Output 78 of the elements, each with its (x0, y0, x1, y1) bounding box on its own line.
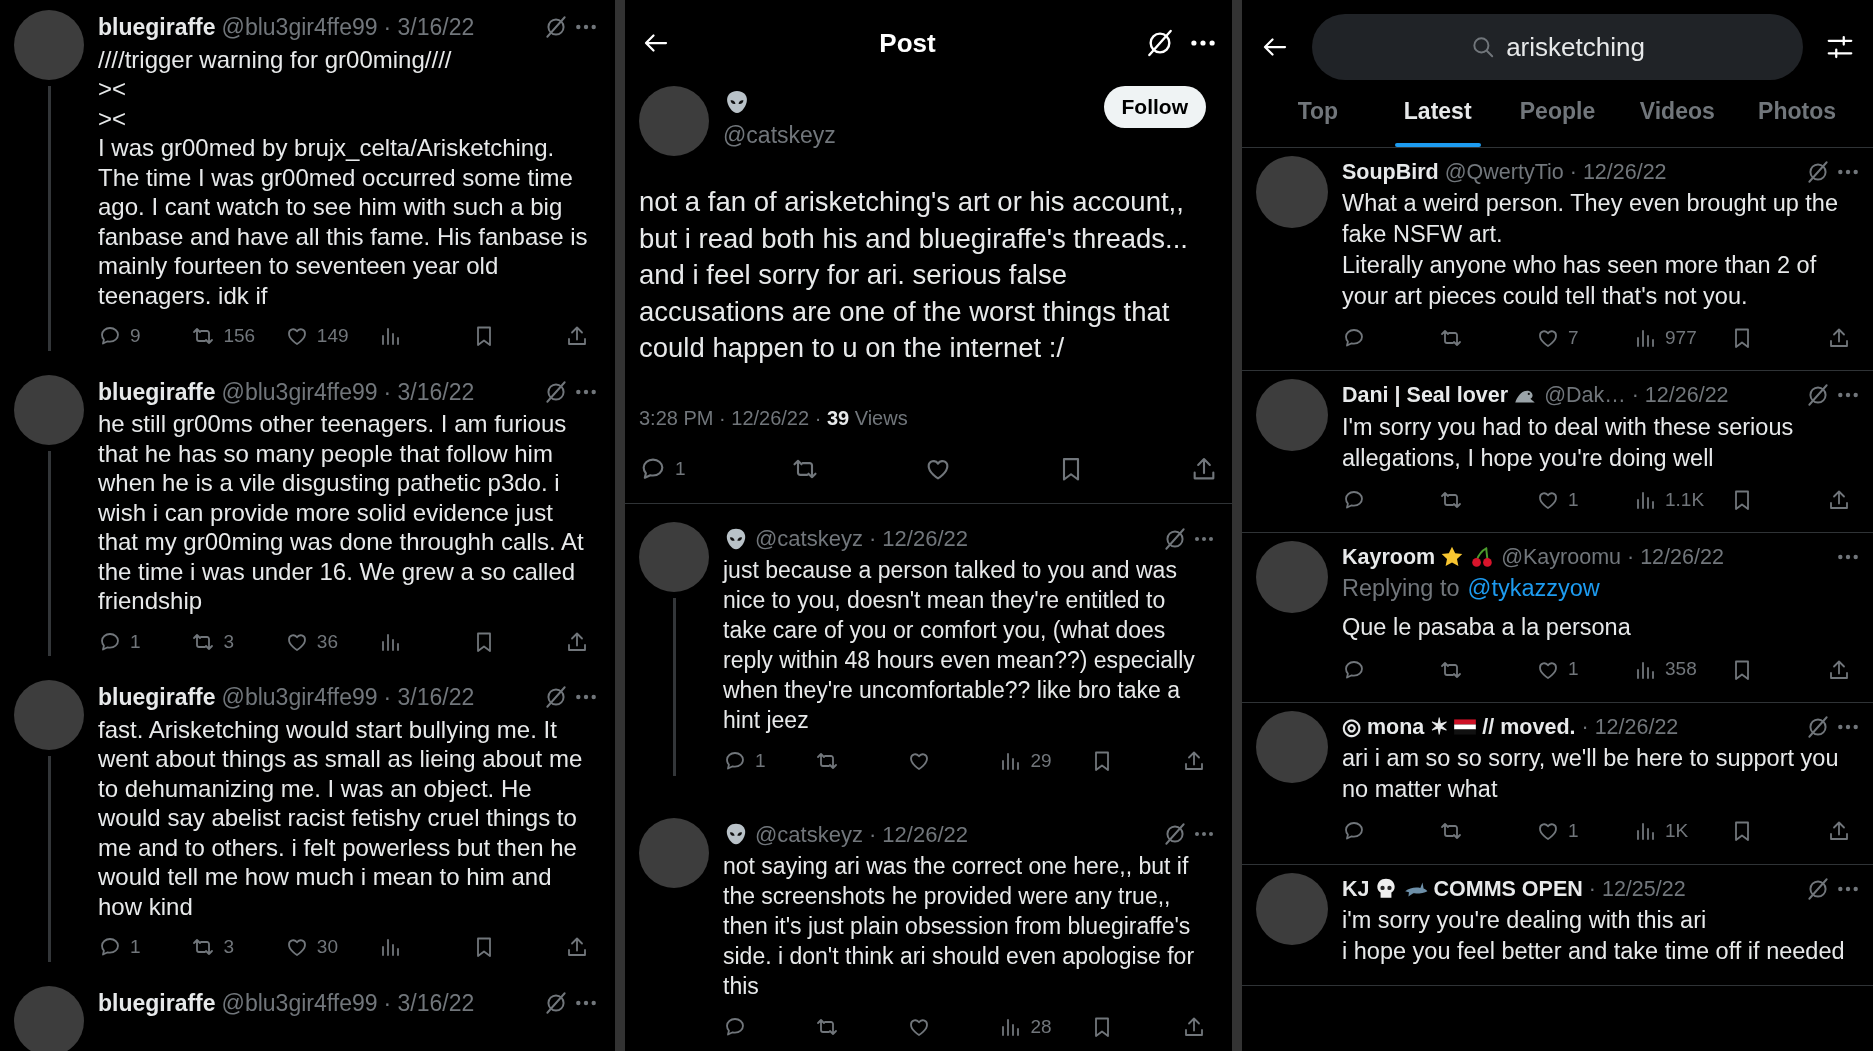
reply-button[interactable]: 1 (639, 454, 686, 483)
user-handle[interactable]: @catskeyz (755, 817, 863, 851)
post-text: i'm sorry you're dealing with this ari i hope you feel better and take time off if needed (1342, 905, 1846, 966)
like-button[interactable]: 1 (1536, 655, 1633, 684)
post-date: · 12/26/22 (868, 820, 968, 849)
share-button[interactable] (1827, 326, 1851, 350)
author-name: KJ (1342, 875, 1370, 903)
post-date: · 3/16/22 (383, 377, 475, 407)
tab[interactable]: Photos (1737, 94, 1857, 147)
reply-button[interactable]: 1 (98, 627, 192, 656)
user-handle[interactable]: @blu3gir4ffe99 (221, 374, 378, 409)
like-button[interactable]: 1 (1536, 817, 1633, 846)
like-button[interactable]: 1 (1536, 485, 1633, 514)
post-date: · 3/16/22 (383, 683, 475, 712)
views-button[interactable]: 977 (1633, 323, 1730, 353)
user-handle[interactable]: @Kayroomu (1501, 541, 1622, 574)
mention-link[interactable]: @tykazzyow (1467, 573, 1600, 605)
post-text: ////trigger warning for gr00ming//// >< >< I was gr00med by brujx_celta/Arisketching. The time I was gr00med occurred some time ago. I cant watch to see him with such a big fanbase and have all this fame. His fanbase is mainly fourteen to seventeen year old teenagers. idk if (98, 44, 589, 310)
like-button[interactable]: 7 (1536, 323, 1633, 353)
like-button[interactable]: 30 (284, 933, 379, 962)
author-name: bluegiraffe (98, 988, 216, 1018)
post-text: Que le pasaba a la persona (1342, 613, 1632, 643)
post-date: · 12/26/22 (1569, 158, 1667, 186)
reply-button[interactable]: 1 (723, 747, 815, 776)
author-name: SoupBird (1342, 158, 1439, 186)
post-date: · 12/26/22 (1627, 544, 1724, 571)
author-name: // moved. (1482, 713, 1576, 741)
page-title: Post (878, 26, 937, 60)
post-date: · 12/25/22 (1588, 875, 1686, 903)
like-button[interactable]: 36 (284, 627, 379, 656)
user-handle[interactable]: @catskeyz (723, 118, 1090, 153)
post-date: · 12/26/22 (868, 525, 968, 553)
post-metadata: 3:28 PM · 12/26/22 · 39 Views (638, 405, 909, 431)
like-button[interactable]: 149 (284, 322, 379, 351)
author-name: bluegiraffe (98, 377, 216, 407)
user-handle[interactable]: @Dak… (1544, 379, 1626, 412)
author-name: ◎ mona ✶ (1342, 713, 1449, 741)
post-date: · 12/26/22 (1581, 713, 1679, 741)
views-button[interactable]: 1K (1633, 817, 1730, 846)
reply-button[interactable]: 1 (98, 933, 192, 962)
author-name: Dani | Seal lover (1342, 382, 1509, 410)
post-text: I'm sorry you had to deal with these serious allegations, I hope you're doing well (1342, 412, 1795, 473)
tab[interactable]: Top (1258, 94, 1378, 147)
author-name: COMMS OPEN (1433, 875, 1583, 903)
user-handle[interactable]: @blu3gir4ffe99 (221, 10, 378, 45)
user-handle[interactable]: @blu3gir4ffe99 (221, 680, 378, 715)
views-button[interactable]: 28 (998, 1012, 1091, 1041)
user-handle[interactable]: @blu3gir4ffe99 (221, 985, 378, 1020)
views-button[interactable]: 29 (998, 747, 1091, 776)
post-date: · 3/16/22 (383, 13, 475, 42)
post-text: What a weird person. They even brought up the fake NSFW art. Literally anyone who has seen more than 2 of your art pieces could tell that's not you. (1342, 188, 1839, 311)
post-text: not a fan of arisketching's art or his account,, but i read both his and bluegiraffe's threads... and i feel sorry for ari. serious false accusations are one of the worst things that could happen to u on the internet :/ (638, 185, 1189, 365)
follow-button[interactable]: Follow (1103, 86, 1206, 128)
views-button[interactable]: 1.1K (1633, 485, 1730, 514)
post-date: · 12/26/22 (1631, 382, 1729, 410)
post-text: just because a person talked to you and was nice to you, doesn't mean they're entitled to take care of you or comfort you, (what does reply within 48 hours even mean??) especially when they're uncomfortable?? like bro take a hint jeez (723, 556, 1196, 735)
views-button[interactable]: 358 (1633, 655, 1730, 684)
repost-button[interactable]: 3 (191, 933, 285, 962)
post-text: he still gr00ms other teenagers. I am furious that he has so many people that follow him when he is a vile disgusting pathetic p3do. i wish i can provide more solid evidence just that my gr00ming was done throughh calls. At the time i was under 16. We grew a so called friendship (98, 409, 585, 616)
repost-button[interactable]: 3 (191, 627, 285, 656)
reply-button[interactable]: 9 (98, 322, 192, 351)
search-field[interactable]: arisketching (1312, 14, 1803, 80)
user-handle[interactable]: @catskeyz (755, 522, 863, 555)
post-text: ari i am so so sorry, we'll be here to support you no matter what (1342, 744, 1840, 804)
post-text: fast. Arisketching would start bullying me. It went about things as small as lieing about me to dehumanizing me. I was an object. He would say abelist racist fetishy cruel things to me and to others. i felt powerless but then he would tell me how much i mean to him and how kind (98, 714, 584, 921)
tab[interactable]: People (1497, 94, 1618, 147)
author-name: Kayroom (1342, 544, 1436, 571)
user-handle[interactable]: @QwertyTio (1444, 155, 1564, 188)
tab[interactable]: Latest (1377, 94, 1498, 147)
replying-to-label: Replying to (1342, 574, 1460, 604)
share-icon (1827, 326, 1851, 350)
post-text: not saying ari was the correct one here,, but if the screenshots he provided were any true,, then it's just plain obsession from bluegiraffe's side. i don't think ari should even apologise for this (723, 851, 1196, 1001)
repost-button[interactable]: 156 (191, 322, 285, 351)
post-date: · 3/16/22 (383, 988, 475, 1018)
author-name: bluegiraffe (98, 13, 216, 42)
tab[interactable]: Videos (1617, 94, 1738, 147)
more-options-icon[interactable] (1190, 39, 1216, 47)
author-name: bluegiraffe (98, 683, 216, 712)
